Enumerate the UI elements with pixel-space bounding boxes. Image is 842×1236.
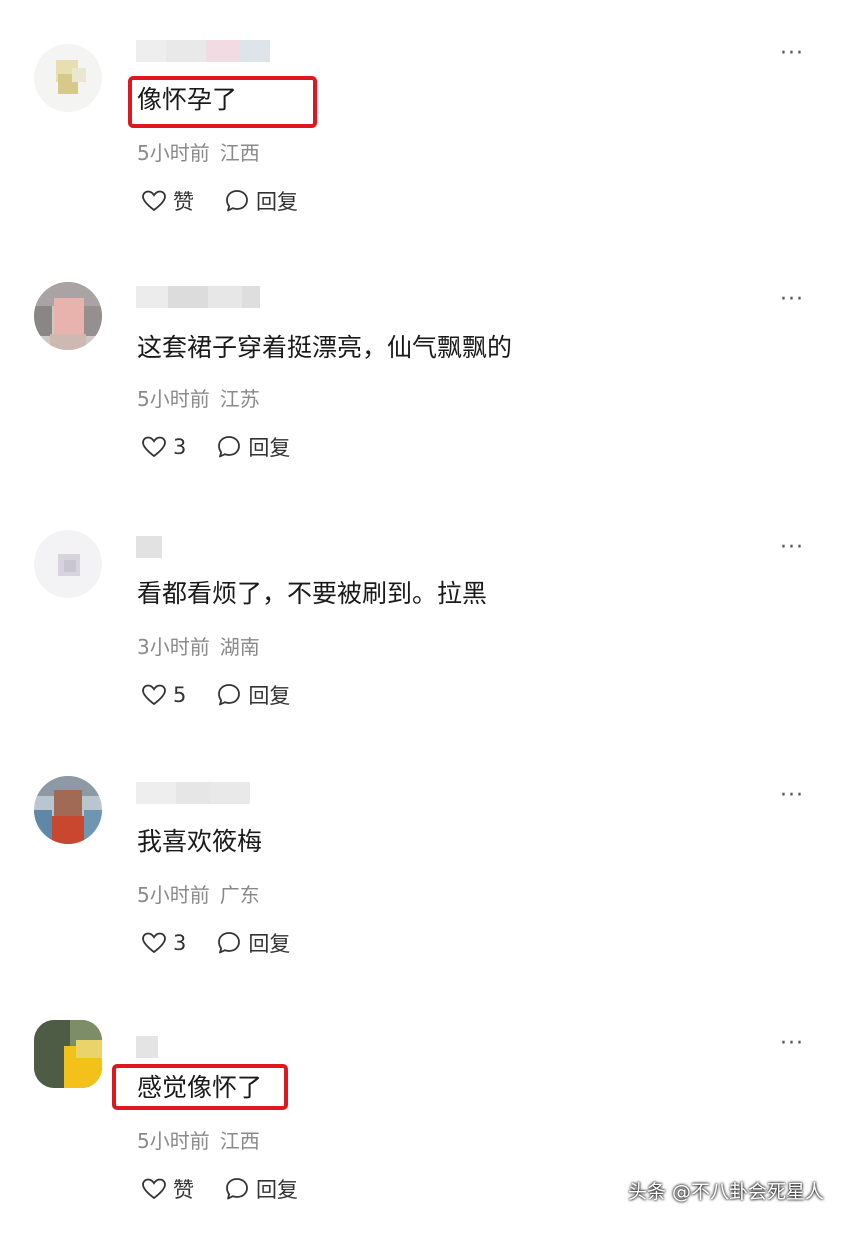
more-dots-icon[interactable]: ··· — [780, 289, 804, 311]
more-dots-icon[interactable]: ··· — [780, 537, 804, 559]
username-blurred[interactable] — [136, 536, 162, 558]
heart-icon — [142, 684, 166, 706]
like-count: 3 — [173, 435, 187, 459]
heart-icon — [142, 1178, 166, 1200]
speech-bubble-icon — [218, 932, 241, 954]
avatar[interactable] — [34, 282, 102, 350]
heart-icon — [142, 932, 166, 954]
avatar[interactable] — [34, 44, 102, 112]
comment-text: 我喜欢筱梅 — [137, 827, 263, 856]
comment-actions: 5 回复 — [141, 680, 290, 710]
comment-meta: 3小时前 湖南 — [137, 634, 260, 660]
reply-button[interactable]: 回复 — [216, 432, 290, 462]
reply-label: 回复 — [256, 190, 298, 214]
comment-location: 江西 — [219, 1129, 260, 1153]
comment-text: 这套裙子穿着挺漂亮，仙气飘飘的 — [137, 333, 513, 362]
like-button[interactable]: 赞 — [141, 186, 194, 216]
more-dots-icon[interactable]: ··· — [780, 1033, 804, 1055]
heart-icon — [142, 436, 166, 458]
like-button[interactable]: 3 — [141, 435, 186, 459]
comment-actions: 3 回复 — [141, 432, 290, 462]
like-count: 3 — [173, 931, 187, 955]
avatar[interactable] — [34, 1020, 102, 1088]
comment-location: 湖南 — [219, 635, 260, 659]
comment-item: ··· 看都看烦了，不要被刷到。拉黑 3小时前 湖南 5 回复 — [0, 494, 842, 740]
reply-button[interactable]: 回复 — [216, 928, 290, 958]
comment-meta: 5小时前 江西 — [137, 140, 260, 166]
username-blurred[interactable] — [136, 286, 260, 308]
username-blurred[interactable] — [136, 782, 250, 804]
reply-button[interactable]: 回复 — [216, 680, 290, 710]
like-label: 赞 — [173, 1178, 194, 1202]
comment-actions: 3 回复 — [141, 928, 290, 958]
comment-item: ··· 像怀孕了 5小时前 江西 赞 回复 — [0, 0, 842, 246]
speech-bubble-icon — [226, 1178, 248, 1200]
like-button[interactable]: 3 — [141, 931, 186, 955]
like-label: 赞 — [173, 190, 194, 214]
highlight-box — [112, 1064, 288, 1110]
reply-button[interactable]: 回复 — [224, 1174, 298, 1204]
more-dots-icon[interactable]: ··· — [780, 43, 804, 65]
comment-actions: 赞 回复 — [141, 1174, 298, 1204]
comment-location: 江西 — [219, 141, 260, 165]
comment-time: 5小时前 — [137, 387, 210, 411]
heart-icon — [142, 190, 166, 212]
comment-time: 3小时前 — [137, 635, 210, 659]
comment-actions: 赞 回复 — [141, 186, 298, 216]
speech-bubble-icon — [218, 436, 241, 458]
reply-button[interactable]: 回复 — [224, 186, 298, 216]
reply-label: 回复 — [248, 932, 291, 956]
more-dots-icon[interactable]: ··· — [780, 785, 804, 807]
comment-location: 江苏 — [219, 387, 260, 411]
speech-bubble-icon — [218, 684, 241, 706]
comment-text: 看都看烦了，不要被刷到。拉黑 — [137, 579, 488, 608]
avatar[interactable] — [34, 530, 102, 598]
username-blurred[interactable] — [136, 40, 270, 62]
comment-meta: 5小时前 江苏 — [137, 386, 260, 412]
reply-label: 回复 — [248, 436, 291, 460]
like-count: 5 — [173, 683, 187, 707]
highlight-box — [128, 76, 317, 128]
username-blurred[interactable] — [136, 1036, 158, 1058]
comment-location: 广东 — [219, 883, 260, 907]
comment-meta: 5小时前 江西 — [137, 1128, 260, 1154]
avatar[interactable] — [34, 776, 102, 844]
comment-time: 5小时前 — [137, 883, 210, 907]
comment-time: 5小时前 — [137, 1129, 210, 1153]
reply-label: 回复 — [256, 1178, 298, 1202]
watermark: 头条 @不八卦会死星人 — [627, 1181, 824, 1203]
comment-time: 5小时前 — [137, 141, 210, 165]
reply-label: 回复 — [248, 684, 291, 708]
like-button[interactable]: 赞 — [141, 1174, 194, 1204]
comment-meta: 5小时前 广东 — [137, 882, 260, 908]
comment-item: ··· 这套裙子穿着挺漂亮，仙气飘飘的 5小时前 江苏 3 回复 — [0, 246, 842, 492]
speech-bubble-icon — [226, 190, 248, 212]
like-button[interactable]: 5 — [141, 683, 186, 707]
comment-item: ··· 我喜欢筱梅 5小时前 广东 3 回复 — [0, 742, 842, 988]
